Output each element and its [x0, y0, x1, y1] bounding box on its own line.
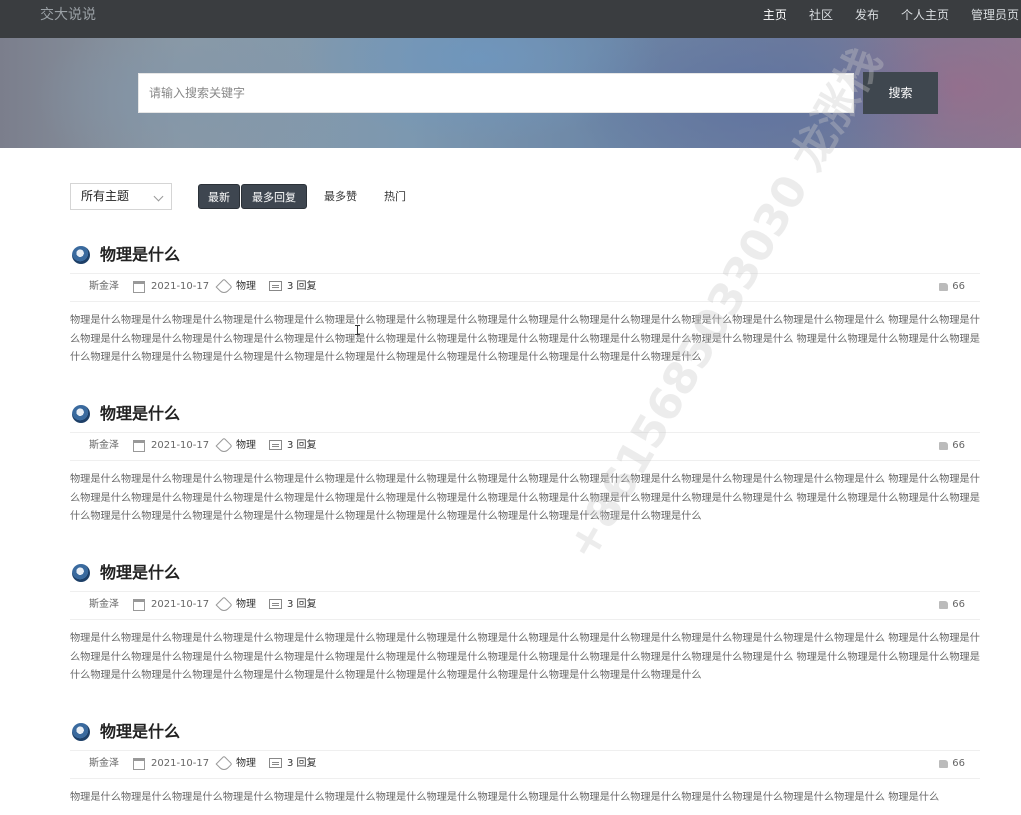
- post-likes: 66: [952, 758, 965, 769]
- post-header: 物理是什么: [70, 717, 980, 747]
- comment-icon: [269, 599, 282, 609]
- avatar[interactable]: [72, 405, 90, 423]
- post-date: 2021-10-17: [151, 281, 210, 292]
- post-date: 2021-10-17: [151, 440, 210, 451]
- post-replies: 3 回复: [287, 440, 317, 451]
- post-date: 2021-10-17: [151, 758, 210, 769]
- avatar[interactable]: [72, 564, 90, 582]
- comment-icon: [269, 758, 282, 768]
- post-excerpt: 物理是什么物理是什么物理是什么物理是什么物理是什么物理是什么物理是什么物理是什么…: [70, 474, 980, 522]
- thumbs-up-icon[interactable]: [939, 760, 948, 768]
- hero-banner: 搜索: [0, 38, 1021, 148]
- topic-select[interactable]: 所有主题: [70, 183, 172, 210]
- nav-link-profile[interactable]: 个人主页: [890, 0, 960, 30]
- text-cursor-icon: [355, 325, 360, 335]
- tab-most-likes[interactable]: 最多赞: [315, 184, 366, 209]
- post-meta: 斯金泽 2021-10-17 物理 3 回复 66: [70, 591, 980, 620]
- avatar[interactable]: [72, 723, 90, 741]
- post-title[interactable]: 物理是什么: [100, 402, 180, 426]
- post-header: 物理是什么: [70, 558, 980, 588]
- calendar-icon: [133, 281, 145, 293]
- post-excerpt: 物理是什么物理是什么物理是什么物理是什么物理是什么物理是什么物理是什么物理是什么…: [70, 633, 980, 681]
- top-navbar: 交大说说 主页 社区 发布 个人主页 管理员页: [0, 0, 1021, 39]
- avatar[interactable]: [72, 246, 90, 264]
- nav-links: 主页 社区 发布 个人主页 管理员页: [752, 0, 1021, 30]
- post-likes: 66: [952, 599, 965, 610]
- post-likes: 66: [952, 440, 965, 451]
- post-title[interactable]: 物理是什么: [100, 243, 180, 267]
- post-meta: 斯金泽 2021-10-17 物理 3 回复 66: [70, 432, 980, 461]
- tab-most-replies[interactable]: 最多回复: [241, 184, 307, 209]
- post-meta: 斯金泽 2021-10-17 物理 3 回复 66: [70, 750, 980, 779]
- post-tag[interactable]: 物理: [236, 592, 256, 618]
- post-likes: 66: [952, 281, 965, 292]
- tag-icon: [215, 437, 233, 455]
- nav-link-publish[interactable]: 发布: [844, 0, 890, 30]
- post-item: 物理是什么 斯金泽 2021-10-17 物理 3 回复 66 物理是什么物理是…: [70, 558, 980, 681]
- post-item: 物理是什么 斯金泽 2021-10-17 物理 3 回复 66 物理是什么物理是…: [70, 240, 980, 363]
- post-author[interactable]: 斯金泽: [89, 592, 119, 618]
- post-author[interactable]: 斯金泽: [89, 274, 119, 300]
- post-replies: 3 回复: [287, 599, 317, 610]
- post-item: 物理是什么 斯金泽 2021-10-17 物理 3 回复 66 物理是什么物理是…: [70, 399, 980, 522]
- calendar-icon: [133, 440, 145, 452]
- search-button[interactable]: 搜索: [863, 72, 938, 114]
- site-brand[interactable]: 交大说说: [40, 0, 96, 30]
- post-header: 物理是什么: [70, 240, 980, 270]
- thumbs-up-icon[interactable]: [939, 601, 948, 609]
- post-date: 2021-10-17: [151, 599, 210, 610]
- post-header: 物理是什么: [70, 399, 980, 429]
- tag-icon: [215, 278, 233, 296]
- tag-icon: [215, 596, 233, 614]
- post-meta: 斯金泽 2021-10-17 物理 3 回复 66: [70, 273, 980, 302]
- search-input[interactable]: [138, 73, 854, 113]
- calendar-icon: [133, 758, 145, 770]
- tag-icon: [215, 755, 233, 773]
- thumbs-up-icon[interactable]: [939, 442, 948, 450]
- post-author[interactable]: 斯金泽: [89, 751, 119, 777]
- nav-link-admin[interactable]: 管理员页: [960, 0, 1021, 30]
- calendar-icon: [133, 599, 145, 611]
- sort-tabs: 最新 最多回复 最多赞 热门: [198, 184, 415, 209]
- post-tag[interactable]: 物理: [236, 274, 256, 300]
- tab-hot[interactable]: 热门: [375, 184, 415, 209]
- post-title[interactable]: 物理是什么: [100, 561, 180, 585]
- post-excerpt: 物理是什么物理是什么物理是什么物理是什么物理是什么物理是什么物理是什么物理是什么…: [70, 792, 940, 803]
- post-tag[interactable]: 物理: [236, 433, 256, 459]
- post-replies: 3 回复: [287, 281, 317, 292]
- nav-link-home[interactable]: 主页: [752, 0, 798, 30]
- tab-newest[interactable]: 最新: [198, 184, 240, 209]
- post-excerpt: 物理是什么物理是什么物理是什么物理是什么物理是什么物理是什么物理是什么物理是什么…: [70, 315, 980, 363]
- thumbs-up-icon[interactable]: [939, 283, 948, 291]
- comment-icon: [269, 440, 282, 450]
- post-tag[interactable]: 物理: [236, 751, 256, 777]
- post-author[interactable]: 斯金泽: [89, 433, 119, 459]
- nav-link-community[interactable]: 社区: [798, 0, 844, 30]
- topic-select-value: 所有主题: [81, 189, 130, 203]
- comment-icon: [269, 281, 282, 291]
- post-item: 物理是什么 斯金泽 2021-10-17 物理 3 回复 66 物理是什么物理是…: [70, 717, 980, 803]
- post-replies: 3 回复: [287, 758, 317, 769]
- chevron-down-icon: [153, 191, 164, 202]
- post-title[interactable]: 物理是什么: [100, 720, 180, 744]
